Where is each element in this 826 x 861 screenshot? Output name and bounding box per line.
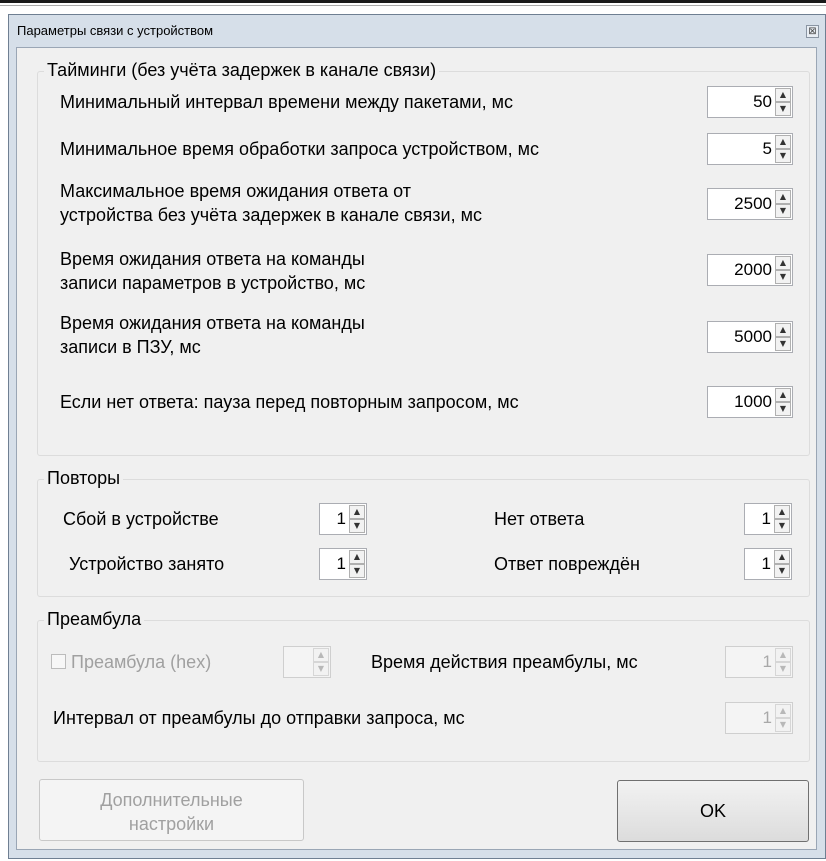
spin-down-icon[interactable]: ▼ (349, 519, 365, 533)
spin-up-icon[interactable]: ▲ (313, 648, 329, 662)
advanced-settings-label-line1: Дополнительные (100, 790, 243, 810)
device-busy-spinner[interactable]: 1 ▲ ▼ (319, 548, 367, 580)
spin-down-icon[interactable]: ▼ (313, 662, 329, 676)
no-response-label: Нет ответа (494, 509, 585, 529)
min-processing-time-value: 5 (762, 139, 772, 158)
spin-up-icon[interactable]: ▲ (775, 704, 791, 718)
retries-group-title: Повторы (44, 468, 124, 489)
min-packet-interval-spinner[interactable]: 50 ▲ ▼ (707, 86, 793, 118)
advanced-settings-button[interactable]: Дополнительные настройки (39, 779, 304, 841)
param-write-wait-label-line2: записи параметров в устройство, мс (60, 273, 366, 293)
preamble-hex-spinner[interactable]: ▲ ▼ (283, 646, 331, 678)
max-response-wait-label-line2: устройства без учёта задержек в канале с… (60, 205, 482, 225)
preamble-hex-checkbox[interactable] (51, 654, 66, 669)
spin-up-icon[interactable]: ▲ (775, 323, 791, 337)
preamble-interval-spinner[interactable]: 1 ▲ ▼ (725, 702, 793, 734)
preamble-duration-spinner[interactable]: 1 ▲ ▼ (725, 646, 793, 678)
device-failure-value: 1 (336, 509, 346, 528)
spin-up-icon[interactable]: ▲ (774, 550, 790, 564)
param-write-wait-spinner[interactable]: 2000 ▲ ▼ (707, 254, 793, 286)
spin-up-icon[interactable]: ▲ (775, 648, 791, 662)
timings-group: Тайминги (без учёта задержек в канале св… (37, 60, 810, 456)
ok-button[interactable]: OK (617, 780, 809, 842)
max-response-wait-spinner[interactable]: 2500 ▲ ▼ (707, 188, 793, 220)
no-response-value: 1 (761, 509, 771, 528)
preamble-duration-label: Время действия преамбулы, мс (371, 652, 638, 672)
max-response-wait-value: 2500 (734, 194, 772, 213)
spin-up-icon[interactable]: ▲ (349, 505, 365, 519)
min-packet-interval-label: Минимальный интервал времени между пакет… (60, 92, 513, 112)
min-processing-time-spinner[interactable]: 5 ▲ ▼ (707, 133, 793, 165)
spin-up-icon[interactable]: ▲ (775, 190, 791, 204)
spin-down-icon[interactable]: ▼ (775, 662, 791, 676)
preamble-duration-value: 1 (762, 652, 772, 671)
rom-write-wait-value: 5000 (734, 327, 772, 346)
min-packet-interval-value: 50 (753, 92, 772, 111)
dialog-client-area: Тайминги (без учёта задержек в канале св… (16, 47, 817, 850)
preamble-interval-label: Интервал от преамбулы до отправки запрос… (53, 708, 465, 728)
close-icon[interactable]: ⊠ (806, 25, 819, 38)
spin-down-icon[interactable]: ▼ (349, 564, 365, 578)
preamble-group-title: Преамбула (44, 609, 145, 630)
timings-group-title: Тайминги (без учёта задержек в канале св… (44, 60, 440, 81)
spin-up-icon[interactable]: ▲ (775, 135, 791, 149)
max-response-wait-label-line1: Максимальное время ожидания ответа от (60, 181, 411, 201)
spin-down-icon[interactable]: ▼ (774, 519, 790, 533)
spin-up-icon[interactable]: ▲ (774, 505, 790, 519)
advanced-settings-label-line2: настройки (128, 814, 215, 834)
spin-down-icon[interactable]: ▼ (775, 718, 791, 732)
rom-write-wait-label-line2: записи в ПЗУ, мс (60, 337, 201, 357)
top-edge-line (0, 0, 826, 3)
spin-down-icon[interactable]: ▼ (775, 402, 791, 416)
device-busy-label: Устройство занято (69, 554, 225, 574)
spin-up-icon[interactable]: ▲ (775, 256, 791, 270)
spin-down-icon[interactable]: ▼ (774, 564, 790, 578)
response-corrupted-spinner[interactable]: 1 ▲ ▼ (744, 548, 792, 580)
device-busy-value: 1 (336, 554, 346, 573)
top-edge-line-2 (0, 5, 826, 6)
title-bar[interactable]: Параметры связи с устройством ⊠ (9, 15, 825, 47)
retry-pause-spinner[interactable]: 1000 ▲ ▼ (707, 386, 793, 418)
spin-up-icon[interactable]: ▲ (349, 550, 365, 564)
spin-down-icon[interactable]: ▼ (775, 270, 791, 284)
preamble-hex-label: Преамбула (hex) (71, 652, 212, 672)
min-processing-time-label: Минимальное время обработки запроса устр… (60, 139, 539, 159)
dialog-window: Параметры связи с устройством ⊠ Тайминги… (8, 14, 826, 859)
response-corrupted-label: Ответ повреждён (494, 554, 640, 574)
spin-down-icon[interactable]: ▼ (775, 149, 791, 163)
rom-write-wait-label-line1: Время ожидания ответа на команды (60, 313, 365, 333)
rom-write-wait-spinner[interactable]: 5000 ▲ ▼ (707, 321, 793, 353)
retries-group: Повторы Сбой в устройстве 1 ▲ ▼ Нет ответ… (37, 468, 810, 597)
response-corrupted-value: 1 (761, 554, 771, 573)
no-response-spinner[interactable]: 1 ▲ ▼ (744, 503, 792, 535)
spin-down-icon[interactable]: ▼ (775, 102, 791, 116)
spin-down-icon[interactable]: ▼ (775, 204, 791, 218)
device-failure-label: Сбой в устройстве (63, 509, 219, 529)
param-write-wait-value: 2000 (734, 260, 772, 279)
window-title: Параметры связи с устройством (17, 23, 214, 38)
param-write-wait-label-line1: Время ожидания ответа на команды (60, 249, 365, 269)
spin-up-icon[interactable]: ▲ (775, 88, 791, 102)
spin-down-icon[interactable]: ▼ (775, 337, 791, 351)
retry-pause-value: 1000 (734, 392, 772, 411)
preamble-group: Преамбула Преамбула (hex) ▲ ▼ Время дейст… (37, 609, 810, 762)
spin-up-icon[interactable]: ▲ (775, 388, 791, 402)
device-failure-spinner[interactable]: 1 ▲ ▼ (319, 503, 367, 535)
retry-pause-label: Если нет ответа: пауза перед повторным з… (60, 392, 519, 412)
preamble-interval-value: 1 (762, 708, 772, 727)
